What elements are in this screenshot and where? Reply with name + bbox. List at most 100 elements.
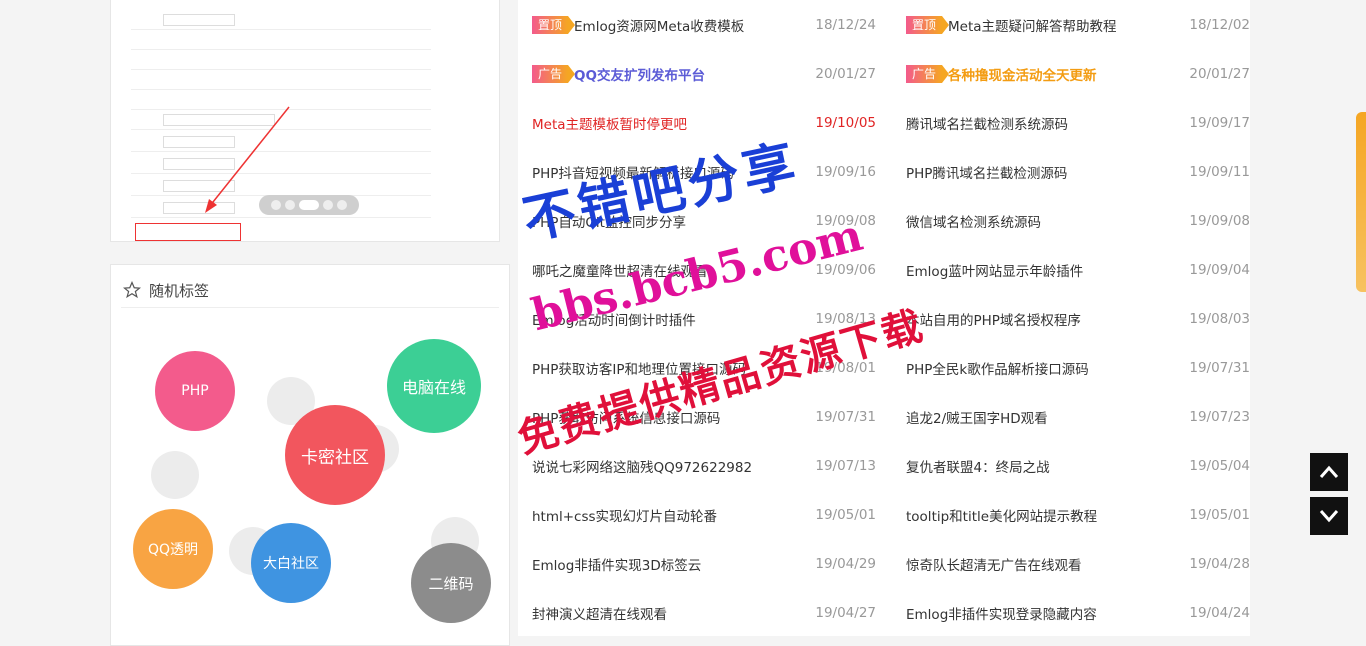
- article-item[interactable]: Emlog活动时间倒计时插件 19/08/13: [532, 304, 876, 334]
- article-title-link[interactable]: 封神演义超清在线观看: [532, 603, 809, 623]
- tag-php[interactable]: PHP: [155, 351, 235, 431]
- article-date: 19/08/13: [815, 311, 876, 327]
- article-date: 19/09/04: [1189, 262, 1250, 278]
- side-float-tab[interactable]: [1356, 112, 1366, 292]
- article-title-link[interactable]: Emlog非插件实现3D标签云: [532, 554, 809, 574]
- article-date: 18/12/02: [1189, 17, 1250, 33]
- slider-pagination[interactable]: [259, 195, 359, 215]
- article-title-link[interactable]: 本站自用的PHP域名授权程序: [906, 309, 1183, 329]
- article-date: 19/07/13: [815, 458, 876, 474]
- article-item[interactable]: Emlog非插件实现登录隐藏内容 19/04/24: [906, 598, 1250, 628]
- article-item[interactable]: Meta主题模板暂时停更吧 19/10/05: [532, 108, 876, 138]
- scroll-to-top-button[interactable]: [1310, 453, 1348, 491]
- article-title-link[interactable]: PHP腾讯域名拦截检测源码: [906, 162, 1183, 182]
- article-item[interactable]: PHP获取访客IP和地理位置接口源码 19/08/01: [532, 353, 876, 383]
- article-date: 19/05/01: [815, 507, 876, 523]
- article-date: 19/09/11: [1189, 164, 1250, 180]
- article-title-link[interactable]: 微信域名检测系统源码: [906, 211, 1183, 231]
- article-item[interactable]: 哪吒之魔童降世超清在线观看 19/09/06: [532, 255, 876, 285]
- article-title-link[interactable]: 复仇者联盟4：终局之战: [906, 456, 1183, 476]
- article-item[interactable]: PHP腾讯域名拦截检测源码 19/09/11: [906, 157, 1250, 187]
- article-date: 20/01/27: [1189, 66, 1250, 82]
- chevron-down-icon: [1319, 510, 1339, 523]
- tag-label: 二维码: [428, 574, 474, 593]
- article-item[interactable]: Emlog非插件实现3D标签云 19/04/29: [532, 549, 876, 579]
- tag-dabai-community[interactable]: 大白社区: [251, 523, 331, 603]
- article-title-link[interactable]: 各种撸现金活动全天更新: [948, 64, 1183, 84]
- article-date: 19/09/16: [815, 164, 876, 180]
- article-title-link[interactable]: Emlog资源网Meta收费模板: [574, 15, 809, 35]
- article-item[interactable]: 本站自用的PHP域名授权程序 19/08/03: [906, 304, 1250, 334]
- article-date: 19/08/03: [1189, 311, 1250, 327]
- article-title-link[interactable]: html+css实现幻灯片自动轮番: [532, 505, 809, 525]
- article-date: 19/07/23: [1189, 409, 1250, 425]
- article-title-link[interactable]: tooltip和title美化网站提示教程: [906, 505, 1183, 525]
- slider-dot[interactable]: [285, 200, 295, 210]
- article-date: 19/09/08: [1189, 213, 1250, 229]
- tag-kami-community[interactable]: 卡密社区: [285, 405, 385, 505]
- article-title-link[interactable]: Meta主题模板暂时停更吧: [532, 113, 809, 133]
- article-item[interactable]: html+css实现幻灯片自动轮番 19/05/01: [532, 500, 876, 530]
- article-date: 20/01/27: [815, 66, 876, 82]
- article-date: 19/05/01: [1189, 507, 1250, 523]
- tag-placeholder: [151, 451, 199, 499]
- article-title-link[interactable]: 说说七彩网络这脑残QQ972622982: [532, 456, 809, 476]
- article-title-link[interactable]: PHP自动Git监控同步分享: [532, 211, 809, 231]
- article-item[interactable]: 封神演义超清在线观看 19/04/27: [532, 598, 876, 628]
- article-title-link[interactable]: PHP全民k歌作品解析接口源码: [906, 358, 1183, 378]
- tags-header: 随机标签: [123, 275, 209, 305]
- article-title-link[interactable]: 哪吒之魔童降世超清在线观看: [532, 260, 809, 280]
- scroll-to-bottom-button[interactable]: [1310, 497, 1348, 535]
- article-title-link[interactable]: 腾讯域名拦截检测系统源码: [906, 113, 1183, 133]
- article-item[interactable]: 微信域名检测系统源码 19/09/08: [906, 206, 1250, 236]
- divider: [121, 307, 499, 308]
- article-item[interactable]: PHP自动Git监控同步分享 19/09/08: [532, 206, 876, 236]
- article-item[interactable]: 置顶 Meta主题疑问解答帮助教程 18/12/02: [906, 10, 1250, 40]
- article-item[interactable]: 追龙2/贼王国字HD观看 19/07/23: [906, 402, 1250, 432]
- pinned-badge: 置顶: [532, 16, 576, 34]
- slider-dot[interactable]: [323, 200, 333, 210]
- article-title-link[interactable]: QQ交友扩列发布平台: [574, 64, 809, 84]
- article-title-link[interactable]: 追龙2/贼王国字HD观看: [906, 407, 1183, 427]
- tag-label: 卡密社区: [301, 447, 369, 468]
- tag-qrcode[interactable]: 二维码: [411, 543, 491, 623]
- article-date: 19/04/24: [1189, 605, 1250, 621]
- article-item[interactable]: Emlog蓝叶网站显示年龄插件 19/09/04: [906, 255, 1250, 285]
- article-list: 置顶 Emlog资源网Meta收费模板 18/12/24 广告 QQ交友扩列发布平台 20…: [518, 0, 1250, 636]
- article-title-link[interactable]: Emlog活动时间倒计时插件: [532, 309, 809, 329]
- article-title-link[interactable]: 惊奇队长超清无广告在线观看: [906, 554, 1183, 574]
- article-item[interactable]: tooltip和title美化网站提示教程 19/05/01: [906, 500, 1250, 530]
- article-item[interactable]: 广告 QQ交友扩列发布平台 20/01/27: [532, 59, 876, 89]
- article-item[interactable]: PHP获取访问系统信息接口源码 19/07/31: [532, 402, 876, 432]
- slider-dot[interactable]: [271, 200, 281, 210]
- article-date: 19/09/17: [1189, 115, 1250, 131]
- article-item[interactable]: PHP抖音短视频最新解析接口源码 19/09/16: [532, 157, 876, 187]
- chevron-up-icon: [1319, 465, 1339, 478]
- article-item[interactable]: 复仇者联盟4：终局之战 19/05/04: [906, 451, 1250, 481]
- article-item[interactable]: 腾讯域名拦截检测系统源码 19/09/17: [906, 108, 1250, 138]
- article-item[interactable]: PHP全民k歌作品解析接口源码 19/07/31: [906, 353, 1250, 383]
- article-item[interactable]: 广告 各种撸现金活动全天更新 20/01/27: [906, 59, 1250, 89]
- tag-pc-online[interactable]: 电脑在线: [387, 339, 481, 433]
- article-date: 19/10/05: [815, 115, 876, 131]
- ad-badge: 广告: [906, 65, 950, 83]
- sidebar: 随机标签 PHP 电脑在线 卡密社区 QQ透明 大白社区 二维码: [110, 0, 510, 646]
- image-slider[interactable]: [110, 0, 500, 242]
- article-item[interactable]: 置顶 Emlog资源网Meta收费模板 18/12/24: [532, 10, 876, 40]
- article-item[interactable]: 说说七彩网络这脑残QQ972622982 19/07/13: [532, 451, 876, 481]
- article-title-link[interactable]: PHP获取访客IP和地理位置接口源码: [532, 358, 809, 378]
- article-title-link[interactable]: Emlog蓝叶网站显示年龄插件: [906, 260, 1183, 280]
- article-item[interactable]: 惊奇队长超清无广告在线观看 19/04/28: [906, 549, 1250, 579]
- tag-qq-transparent[interactable]: QQ透明: [133, 509, 213, 589]
- ad-badge: 广告: [532, 65, 576, 83]
- highlight-box: [135, 223, 241, 241]
- article-title-link[interactable]: PHP获取访问系统信息接口源码: [532, 407, 809, 427]
- slider-dot-active[interactable]: [299, 200, 319, 210]
- slider-dot[interactable]: [337, 200, 347, 210]
- tag-label: 电脑在线: [401, 378, 466, 397]
- article-title-link[interactable]: Emlog非插件实现登录隐藏内容: [906, 603, 1183, 623]
- article-date: 19/05/04: [1189, 458, 1250, 474]
- article-title-link[interactable]: PHP抖音短视频最新解析接口源码: [532, 162, 809, 182]
- article-date: 19/04/27: [815, 605, 876, 621]
- article-title-link[interactable]: Meta主题疑问解答帮助教程: [948, 15, 1183, 35]
